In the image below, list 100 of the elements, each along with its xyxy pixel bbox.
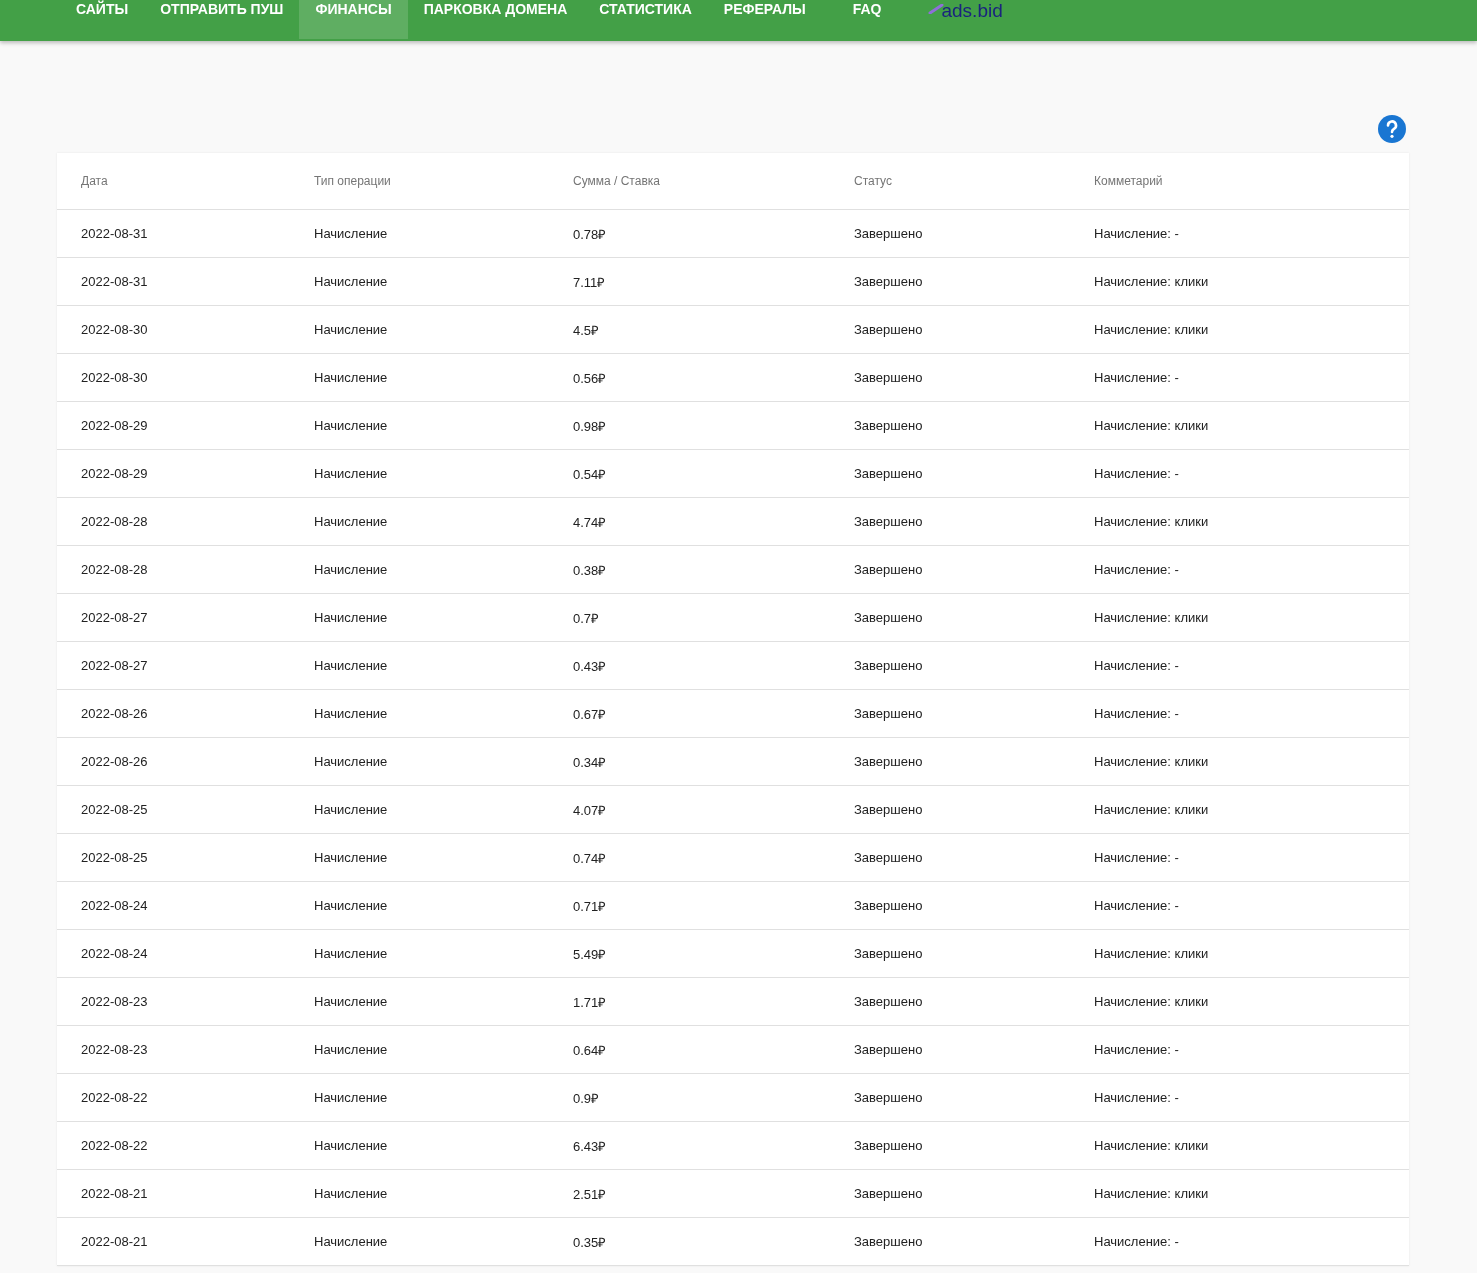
- nav-tab[interactable]: ФИНАНСЫ: [299, 0, 408, 39]
- table-cell-text: 2022-08-23: [81, 994, 149, 1009]
- table-cell-text: 2022-08-28: [81, 562, 149, 577]
- table-cell-text: 2022-08-21: [81, 1234, 149, 1249]
- table-cell-text: 2022-08-28: [81, 514, 149, 529]
- table-cell-text: 2022-08-30: [81, 370, 149, 385]
- table-cell-text: Начисление: -: [1094, 898, 1180, 913]
- table-cell-text: Завершено: [854, 1090, 924, 1105]
- table-cell-text: Начисление: [314, 898, 389, 913]
- table-cell-text: Начисление: клики: [1094, 274, 1210, 289]
- table-cell-text: Начисление: [314, 274, 389, 289]
- table-cell-text: Начисление: [314, 466, 389, 481]
- table-cell-text: 4.74₽: [573, 513, 608, 531]
- table-cell-text: Начисление: [314, 562, 389, 577]
- table-cell-text: Завершено: [854, 706, 924, 721]
- table-cell-text: Завершено: [854, 850, 924, 865]
- nav-tab[interactable]: ПАРКОВКА ДОМЕНА: [407, 0, 584, 39]
- table-cell-text: Завершено: [854, 1042, 924, 1057]
- table-cell-text: Начисление: [314, 1234, 389, 1249]
- table-cell-text: 2022-08-25: [81, 802, 149, 817]
- table-cell-text: Завершено: [854, 226, 924, 241]
- table-cell-text: Завершено: [854, 898, 924, 913]
- table-cell-text: Начисление: -: [1094, 850, 1180, 865]
- table-cell-text: Завершено: [854, 274, 924, 289]
- table-cell-text: 2022-08-26: [81, 706, 149, 721]
- table-cell-text: Начисление: [314, 658, 389, 673]
- table-cell-text: Начисление: [314, 370, 389, 385]
- table-cell-text: Начисление: [314, 1090, 389, 1105]
- column-header: Статус: [854, 174, 893, 188]
- table-cell-text: Завершено: [854, 754, 924, 769]
- column-header: Сумма / Ставка: [573, 174, 661, 188]
- table-cell-text: Начисление: -: [1094, 370, 1180, 385]
- table-cell-text: Начисление: -: [1094, 466, 1180, 481]
- help-icon[interactable]: [1378, 115, 1406, 143]
- table-cell-text: 2022-08-29: [81, 418, 149, 433]
- table-cell-text: Начисление: -: [1094, 658, 1180, 673]
- table-cell-text: 2022-08-31: [81, 226, 149, 241]
- table-cell-text: 0.64₽: [573, 1041, 608, 1059]
- table-cell-text: 4.5₽: [573, 321, 601, 339]
- table-cell-text: Завершено: [854, 370, 924, 385]
- table-cell-text: Завершено: [854, 466, 924, 481]
- table-cell-text: Начисление: клики: [1094, 994, 1210, 1009]
- table-cell-text: 2022-08-29: [81, 466, 149, 481]
- table-cell-text: Начисление: -: [1094, 1234, 1180, 1249]
- column-header: Тип операции: [314, 174, 392, 188]
- table-cell-text: Завершено: [854, 418, 924, 433]
- table-cell-text: Начисление: клики: [1094, 418, 1210, 433]
- table-cell-text: 2022-08-23: [81, 1042, 149, 1057]
- table-cell-text: Завершено: [854, 514, 924, 529]
- table-cell-text: 0.34₽: [573, 753, 608, 771]
- table-cell-text: Начисление: клики: [1094, 1186, 1210, 1201]
- table-cell-text: 2022-08-27: [81, 658, 149, 673]
- table-cell-text: 2022-08-24: [81, 946, 149, 961]
- table-cell-text: Начисление: [314, 514, 389, 529]
- table-cell-text: Завершено: [854, 562, 924, 577]
- table-cell-text: 2022-08-31: [81, 274, 149, 289]
- table-cell-text: 2022-08-24: [81, 898, 149, 913]
- table-cell-text: Завершено: [854, 1186, 924, 1201]
- table-cell-text: 2.51₽: [573, 1185, 608, 1203]
- table-cell-text: Начисление: [314, 1042, 389, 1057]
- table-cell-text: Начисление: клики: [1094, 514, 1210, 529]
- table-cell-text: Начисление: -: [1094, 1090, 1180, 1105]
- table-cell-text: Начисление: клики: [1094, 322, 1210, 337]
- table-cell-text: Начисление: [314, 994, 389, 1009]
- nav-tab[interactable]: РЕФЕРАЛЫ: [707, 0, 837, 39]
- table-cell-text: Начисление: [314, 802, 389, 817]
- table-cell-text: 2022-08-22: [81, 1138, 149, 1153]
- logo[interactable]: ads.bid: [928, 0, 1003, 24]
- table-cell-text: Завершено: [854, 946, 924, 961]
- table-cell-text: 2022-08-21: [81, 1186, 149, 1201]
- table-cell-text: Завершено: [854, 658, 924, 673]
- table-cell-text: 4.07₽: [573, 801, 608, 819]
- nav-tab[interactable]: ОТПРАВИТЬ ПУШ: [144, 0, 300, 39]
- table-cell-text: 0.43₽: [573, 657, 608, 675]
- table-cell-text: 0.67₽: [573, 705, 608, 723]
- table-cell-text: Начисление: [314, 610, 389, 625]
- table-cell-text: Начисление: -: [1094, 1042, 1180, 1057]
- table-cell-text: 0.56₽: [573, 369, 608, 387]
- nav-tab[interactable]: СТАТИСТИКА: [583, 0, 708, 39]
- table-cell-text: Завершено: [854, 1138, 924, 1153]
- table-cell-text: 0.7₽: [573, 609, 601, 627]
- table-cell-text: 1.71₽: [573, 993, 608, 1011]
- table-cell-text: Начисление: клики: [1094, 1138, 1210, 1153]
- table-cell-text: Начисление: -: [1094, 226, 1180, 241]
- table-cell-text: Начисление: [314, 226, 389, 241]
- table-cell-text: Завершено: [854, 610, 924, 625]
- nav-tab[interactable]: САЙТЫ: [60, 0, 145, 39]
- table-cell-text: Начисление: [314, 418, 389, 433]
- table-cell-text: Завершено: [854, 994, 924, 1009]
- table-cell-text: 2022-08-22: [81, 1090, 149, 1105]
- table-cell-text: 7.11₽: [573, 273, 607, 291]
- table-cell-text: 0.98₽: [573, 417, 608, 435]
- table-cell-text: 2022-08-30: [81, 322, 149, 337]
- table-cell-text: Завершено: [854, 322, 924, 337]
- table-cell-text: 0.78₽: [573, 225, 608, 243]
- table-cell-text: Завершено: [854, 802, 924, 817]
- table-cell-text: Начисление: -: [1094, 706, 1180, 721]
- table-cell-text: Начисление: [314, 850, 389, 865]
- table-cell-text: Начисление: [314, 1138, 389, 1153]
- nav-tab[interactable]: FAQ: [836, 0, 913, 39]
